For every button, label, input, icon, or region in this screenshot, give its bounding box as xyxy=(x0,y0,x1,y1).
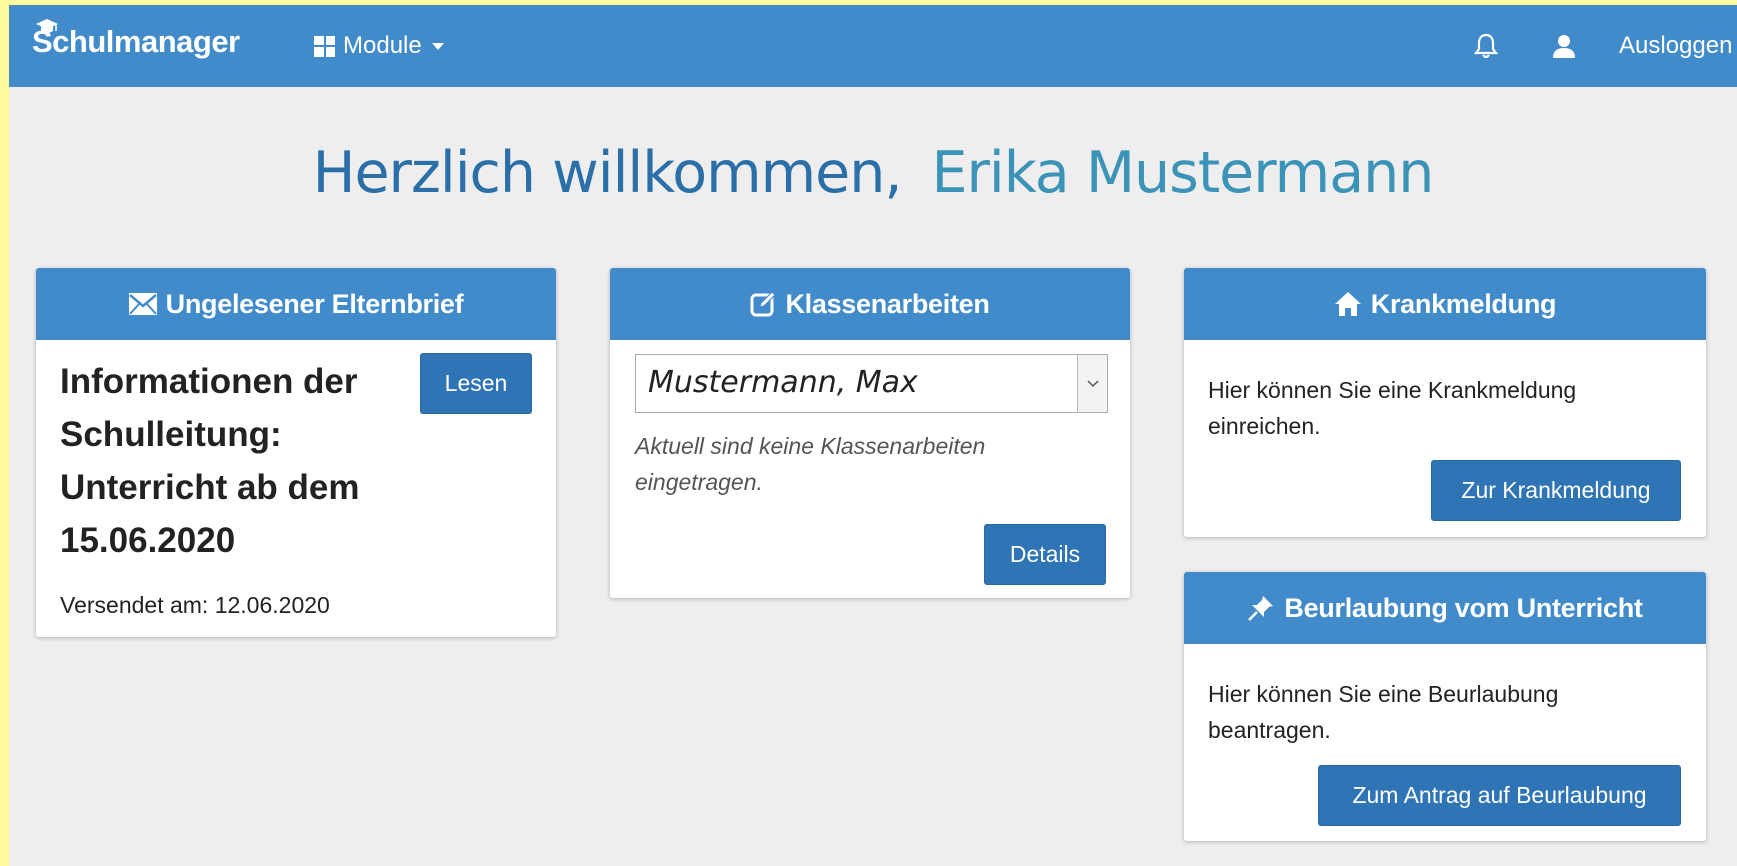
read-button[interactable]: Lesen xyxy=(420,353,532,414)
edit-icon xyxy=(750,291,777,317)
no-exams-note: Aktuell sind keine Klassenarbeiten einge… xyxy=(635,433,986,495)
elternbrief-header: Ungelesener Elternbrief xyxy=(36,268,556,340)
logout-link[interactable]: Ausloggen xyxy=(1603,32,1737,60)
envelope-icon xyxy=(128,293,157,315)
krankmeldung-text: Hier können Sie eine Krankmeldung einrei… xyxy=(1208,377,1577,439)
modules-menu[interactable]: Module xyxy=(314,5,444,87)
brand-logo[interactable]: Schulmanager xyxy=(32,17,240,67)
modules-label: Module xyxy=(343,32,422,59)
grid-icon xyxy=(314,35,335,57)
top-navbar: Schulmanager Module Ausloggen xyxy=(9,5,1737,87)
user-icon xyxy=(1553,35,1575,58)
klassenarbeiten-title: Klassenarbeiten xyxy=(785,288,990,319)
beurlaubung-header: Beurlaubung vom Unterricht xyxy=(1184,572,1706,644)
beurlaubung-panel: Beurlaubung vom Unterricht Hier können S… xyxy=(1184,572,1706,841)
krankmeldung-panel: Krankmeldung Hier können Sie eine Krankm… xyxy=(1184,268,1706,537)
welcome-user-name: Erika Mustermann xyxy=(931,140,1434,206)
bell-icon xyxy=(1474,33,1498,59)
chevron-down-icon xyxy=(1077,355,1107,412)
pushpin-icon xyxy=(1248,596,1274,621)
beurlaubung-text: Hier können Sie eine Beurlaubung beantra… xyxy=(1208,681,1559,743)
home-icon xyxy=(1334,292,1361,316)
welcome-heading: Herzlich willkommen, Erika Mustermann xyxy=(9,140,1737,206)
graduation-cap-icon xyxy=(36,19,58,33)
welcome-greeting: Herzlich willkommen, xyxy=(312,140,903,206)
klassenarbeiten-panel: Klassenarbeiten Mustermann, Max Aktuell … xyxy=(610,268,1130,598)
profile-button[interactable] xyxy=(1525,5,1603,87)
elternbrief-panel: Ungelesener Elternbrief Informationen de… xyxy=(36,268,556,637)
leave-request-button[interactable]: Zum Antrag auf Beurlaubung xyxy=(1318,765,1681,826)
sick-note-button[interactable]: Zur Krankmeldung xyxy=(1431,460,1681,521)
elternbrief-message: Informationen der Schulleitung: Unterric… xyxy=(60,362,360,560)
elternbrief-sent-date: Versendet am: 12.06.2020 xyxy=(60,592,330,618)
krankmeldung-header: Krankmeldung xyxy=(1184,268,1706,340)
student-select[interactable]: Mustermann, Max xyxy=(635,354,1108,413)
klassenarbeiten-header: Klassenarbeiten xyxy=(610,268,1130,340)
app-frame: Schulmanager Module Ausloggen Herzlich w… xyxy=(9,5,1737,866)
brand-name: Schulmanager xyxy=(32,24,240,59)
elternbrief-title: Ungelesener Elternbrief xyxy=(165,288,464,319)
navbar-right: Ausloggen xyxy=(1447,5,1737,87)
caret-down-icon xyxy=(431,42,444,50)
krankmeldung-title: Krankmeldung xyxy=(1370,288,1557,319)
notifications-button[interactable] xyxy=(1447,5,1525,87)
student-select-value: Mustermann, Max xyxy=(648,365,918,400)
beurlaubung-title: Beurlaubung vom Unterricht xyxy=(1284,592,1643,623)
details-button[interactable]: Details xyxy=(984,524,1106,585)
